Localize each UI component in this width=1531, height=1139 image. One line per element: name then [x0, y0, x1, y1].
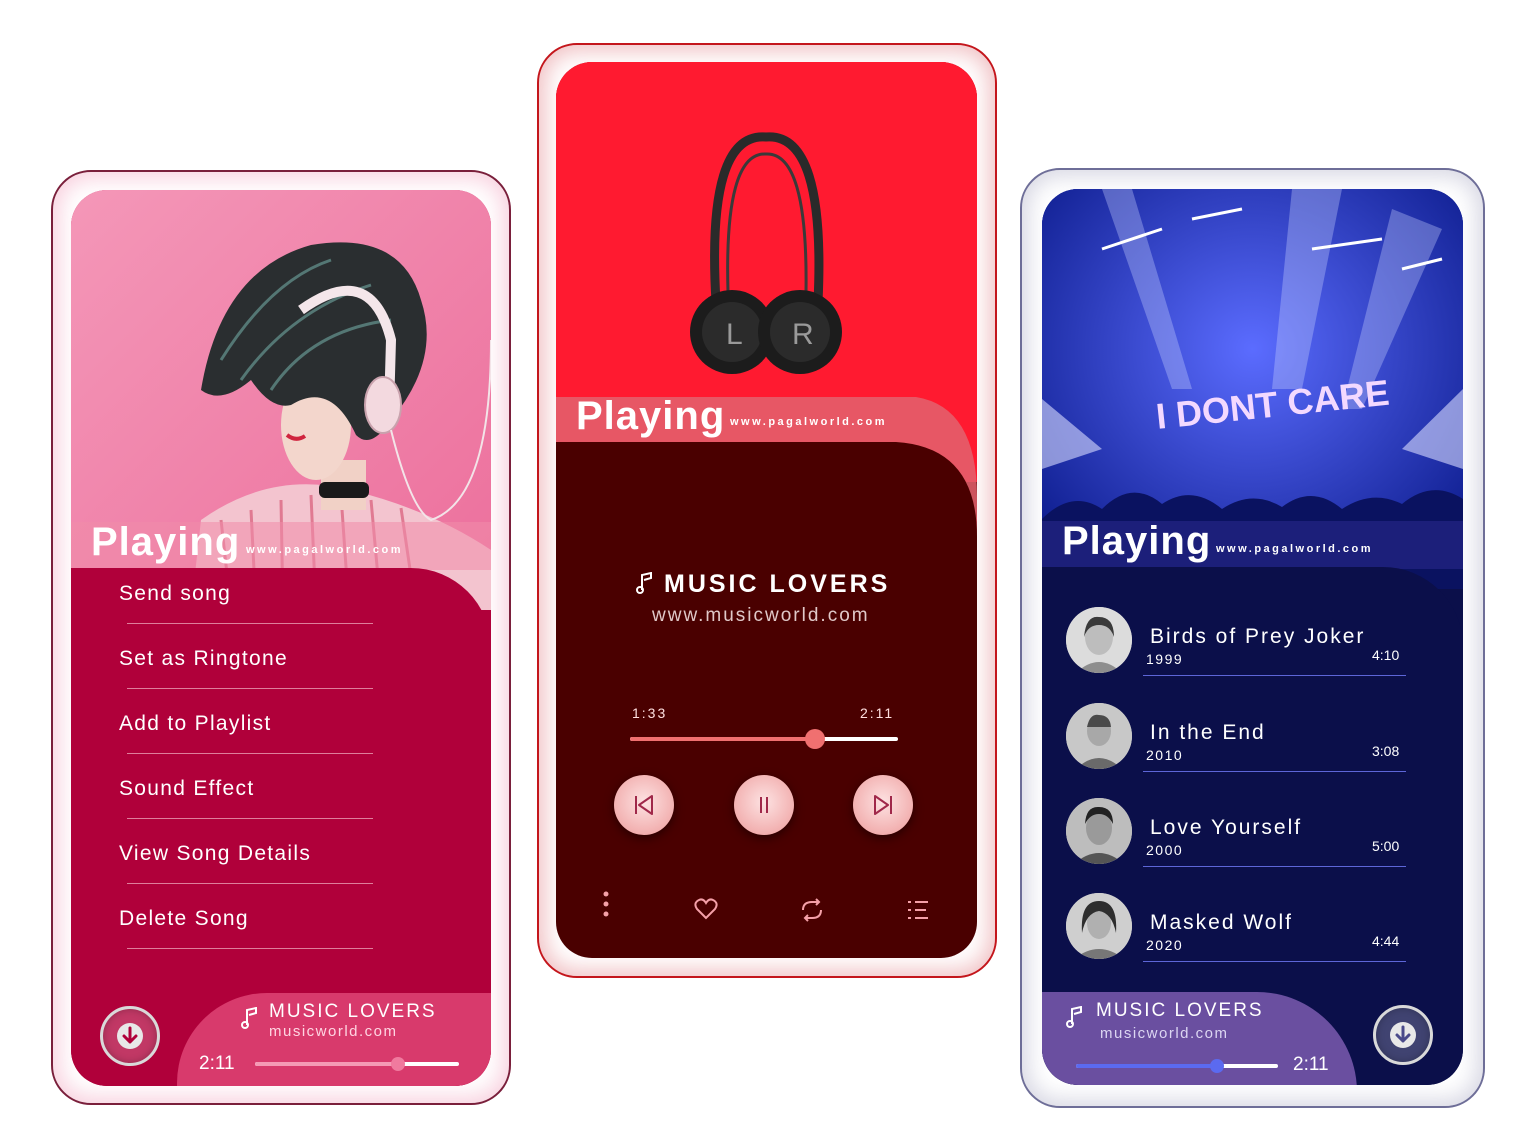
- song-year: 1999: [1146, 651, 1184, 667]
- playing-heading: Playing: [91, 520, 241, 564]
- headphone-right-label: R: [792, 318, 814, 351]
- menu-divider: [127, 948, 373, 949]
- seek-bar-fill: [630, 737, 815, 741]
- arrow-down-icon: [117, 1023, 143, 1049]
- artist-avatar: [1066, 607, 1132, 673]
- more-options-icon[interactable]: [600, 890, 612, 918]
- menu-divider: [127, 753, 373, 754]
- menu-item-delete-song[interactable]: Delete Song: [119, 893, 379, 958]
- artist-avatar: [1066, 703, 1132, 769]
- mini-player-title: MUSIC LOVERS: [1096, 1000, 1264, 1021]
- song-duration: 4:10: [1372, 647, 1400, 663]
- phone-screen-right: I DONT CARE Birds of Prey Joker 1999 4:1…: [1042, 189, 1463, 1085]
- headphone-left-label: L: [726, 318, 743, 351]
- mini-player-progress-track[interactable]: [255, 1057, 459, 1071]
- menu-item-label: Add to Playlist: [119, 712, 272, 735]
- artist-avatar: [1066, 893, 1132, 959]
- seek-bar[interactable]: [630, 729, 898, 749]
- track-title: MUSIC LOVERS: [664, 570, 891, 598]
- mini-player-progress-knob[interactable]: [1210, 1059, 1225, 1073]
- download-button[interactable]: [1373, 1005, 1433, 1065]
- playing-heading: Playing: [1062, 519, 1212, 563]
- song-list-item[interactable]: Love Yourself 2000 5:00: [1066, 798, 1406, 878]
- playing-source-site: www.pagalworld.com: [1216, 543, 1374, 555]
- menu-item-set-ringtone[interactable]: Set as Ringtone: [119, 633, 379, 698]
- menu-divider: [127, 688, 373, 689]
- mini-player[interactable]: MUSIC LOVERS musicworld.com 2:11: [177, 993, 491, 1086]
- song-duration: 5:00: [1372, 838, 1400, 854]
- previous-button[interactable]: [614, 775, 674, 835]
- download-button[interactable]: [100, 1006, 160, 1066]
- menu-item-label: View Song Details: [119, 842, 312, 865]
- mini-player-progress-fill: [255, 1062, 398, 1066]
- repeat-icon[interactable]: [799, 898, 825, 922]
- menu-item-label: Delete Song: [119, 907, 249, 930]
- artist-avatar: [1066, 798, 1132, 864]
- song-divider: [1143, 961, 1406, 962]
- skip-previous-icon: [635, 795, 653, 815]
- music-note-icon: [241, 1007, 257, 1029]
- song-title: Birds of Prey Joker: [1150, 625, 1366, 648]
- song-year: 2000: [1146, 842, 1184, 858]
- pause-button[interactable]: [734, 775, 794, 835]
- elapsed-time: 1:33: [632, 705, 668, 721]
- song-year: 2020: [1146, 937, 1184, 953]
- mini-player-time: 2:11: [1293, 1054, 1329, 1075]
- song-duration: 3:08: [1372, 743, 1400, 759]
- song-year: 2010: [1146, 747, 1184, 763]
- mini-player-title: MUSIC LOVERS: [269, 1001, 437, 1022]
- mini-player-site: musicworld.com: [1100, 1025, 1229, 1042]
- mini-player-progress-track[interactable]: [1076, 1059, 1278, 1073]
- menu-item-add-to-playlist[interactable]: Add to Playlist: [119, 698, 379, 763]
- mini-player-progress-fill: [1076, 1064, 1218, 1068]
- pause-icon: [760, 797, 768, 813]
- menu-item-label: Send song: [119, 582, 232, 605]
- menu-divider: [127, 883, 373, 884]
- heart-icon[interactable]: [694, 898, 718, 920]
- playing-heading: Playing: [576, 394, 726, 438]
- menu-item-label: Sound Effect: [119, 777, 255, 800]
- track-site: www.musicworld.com: [652, 605, 870, 626]
- playing-source-site: www.pagalworld.com: [246, 544, 404, 556]
- music-note-icon: [636, 572, 652, 594]
- song-list-item[interactable]: Masked Wolf 2020 4:44: [1066, 893, 1406, 973]
- song-divider: [1143, 771, 1406, 772]
- song-list-item[interactable]: Birds of Prey Joker 1999 4:10: [1066, 607, 1406, 687]
- song-duration: 4:44: [1372, 933, 1400, 949]
- mini-player-site: musicworld.com: [269, 1023, 398, 1040]
- arrow-down-icon: [1390, 1022, 1416, 1048]
- mini-player-progress-knob[interactable]: [390, 1057, 405, 1071]
- menu-divider: [127, 623, 373, 624]
- menu-item-view-song-details[interactable]: View Song Details: [119, 828, 379, 893]
- phone-screen-center: L R Playing www.pagalworld.com MUSIC LOV…: [556, 62, 977, 958]
- showcase-stage: Playing www.pagalworld.com Send song Set…: [0, 0, 1531, 1139]
- song-divider: [1143, 675, 1406, 676]
- mini-player-time: 2:11: [199, 1053, 235, 1074]
- menu-item-label: Set as Ringtone: [119, 647, 288, 670]
- playing-source-site: www.pagalworld.com: [730, 416, 888, 428]
- song-title: Masked Wolf: [1150, 911, 1293, 934]
- menu-item-send-song[interactable]: Send song: [119, 568, 379, 633]
- song-list-item[interactable]: In the End 2010 3:08: [1066, 703, 1406, 783]
- song-title: Love Yourself: [1150, 816, 1303, 839]
- menu-item-sound-effect[interactable]: Sound Effect: [119, 763, 379, 828]
- menu-divider: [127, 818, 373, 819]
- song-divider: [1143, 866, 1406, 867]
- total-time: 2:11: [860, 705, 895, 721]
- song-title: In the End: [1150, 721, 1266, 744]
- skip-next-icon: [874, 795, 892, 815]
- seek-bar-knob[interactable]: [804, 729, 825, 749]
- phone-screen-left: Playing www.pagalworld.com Send song Set…: [71, 190, 491, 1086]
- playlist-icon[interactable]: [906, 898, 930, 922]
- music-note-icon: [1066, 1006, 1082, 1028]
- next-button[interactable]: [853, 775, 913, 835]
